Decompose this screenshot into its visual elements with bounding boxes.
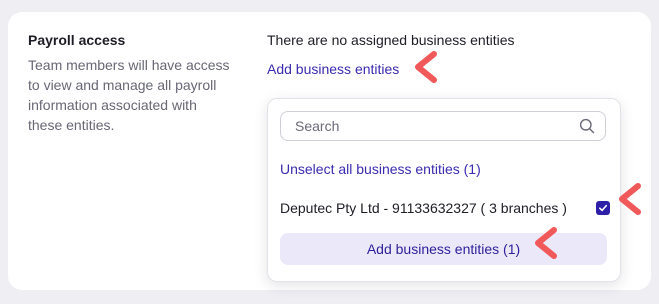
annotation-arrow-icon [535,227,557,259]
section-title: Payroll access [28,32,126,48]
search-icon [579,118,595,134]
checkmark-icon [598,204,608,212]
entity-checkbox[interactable] [596,201,610,215]
annotation-arrow-icon [619,183,641,215]
unselect-all-link[interactable]: Unselect all business entities (1) [280,161,481,177]
entity-option-label: Deputec Pty Ltd - 91133632327 ( 3 branch… [280,200,567,216]
search-input[interactable] [295,118,579,134]
search-field[interactable] [280,111,606,141]
entities-area: There are no assigned business entities … [267,30,514,79]
business-entities-dropdown: Unselect all business entities (1) Deput… [267,98,621,282]
empty-entities-message: There are no assigned business entities [267,32,515,48]
section-info: Payroll access Team members will have ac… [28,30,233,135]
annotation-arrow-icon [415,51,437,83]
add-business-entities-link[interactable]: Add business entities [267,59,399,79]
section-description: Team members will have access to view an… [28,57,230,133]
entity-option[interactable]: Deputec Pty Ltd - 91133632327 ( 3 branch… [280,197,610,219]
